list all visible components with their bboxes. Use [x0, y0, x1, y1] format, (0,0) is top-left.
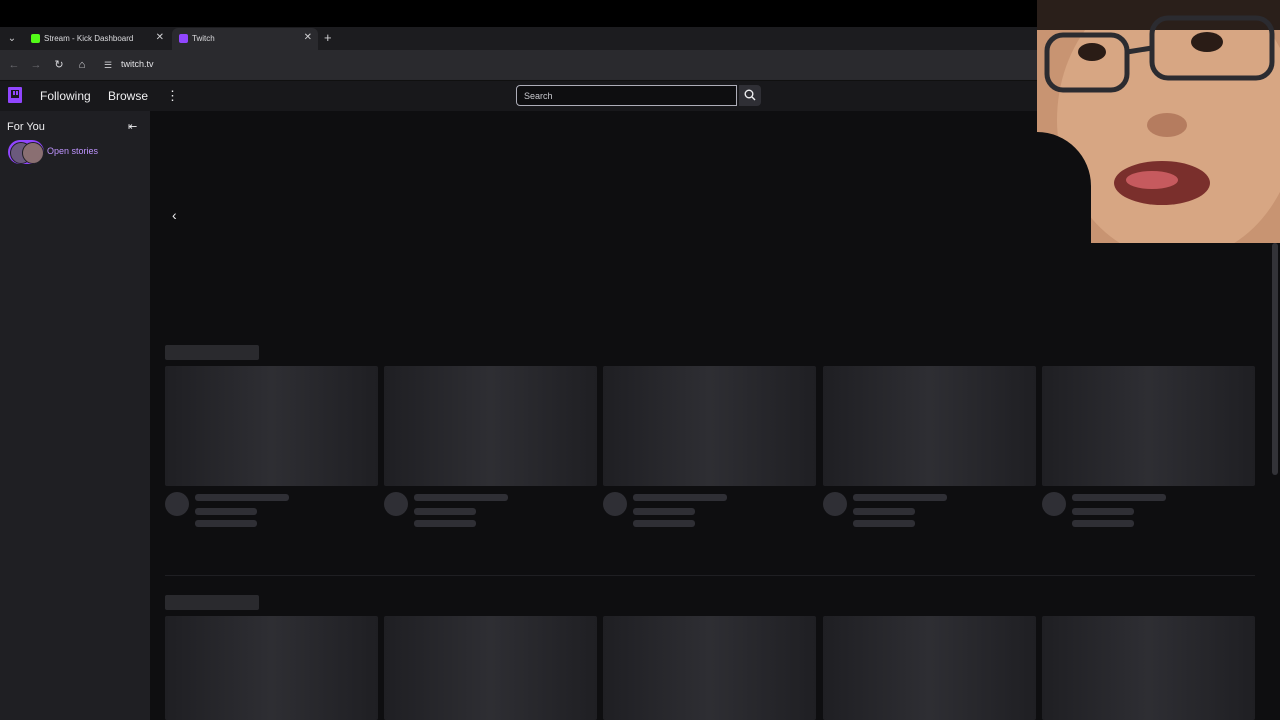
- shelf-heading-placeholder: [165, 595, 259, 610]
- tab-twitch[interactable]: Twitch ✕: [172, 28, 318, 50]
- search-input[interactable]: [517, 86, 736, 105]
- stream-card-placeholder: [603, 616, 816, 720]
- more-menu-icon[interactable]: ⋮: [166, 88, 179, 104]
- stream-card-placeholder: [165, 366, 378, 486]
- page-scrollbar[interactable]: [1272, 243, 1278, 475]
- text-placeholder: [414, 494, 508, 501]
- stream-card-placeholder: [1042, 366, 1255, 486]
- avatar-placeholder: [823, 492, 847, 516]
- close-tab-icon[interactable]: ✕: [156, 32, 164, 43]
- stream-card-placeholder: [384, 616, 597, 720]
- text-placeholder: [1072, 494, 1166, 501]
- nav-following-link[interactable]: Following: [40, 89, 91, 103]
- url-field[interactable]: twitch.tv: [121, 59, 154, 69]
- home-icon[interactable]: ⌂: [75, 58, 89, 72]
- twitch-logo-icon[interactable]: [8, 87, 22, 103]
- text-placeholder: [633, 520, 695, 527]
- stories-avatar-stack[interactable]: [8, 140, 44, 164]
- text-placeholder: [853, 494, 947, 501]
- new-tab-icon[interactable]: +: [324, 30, 332, 45]
- forward-icon[interactable]: →: [29, 58, 43, 72]
- text-placeholder: [414, 520, 476, 527]
- site-info-icon[interactable]: ☰: [101, 58, 115, 72]
- text-placeholder: [853, 520, 915, 527]
- side-nav: For You ⇤ Open stories: [0, 111, 150, 720]
- avatar: [22, 142, 44, 164]
- tab-kick-dashboard[interactable]: Stream - Kick Dashboard ✕: [24, 28, 170, 50]
- carousel-prev-chevron-icon[interactable]: ‹: [172, 207, 177, 223]
- text-placeholder: [633, 508, 695, 515]
- kick-icon: [31, 34, 40, 43]
- collapse-sidebar-icon[interactable]: ⇤: [128, 120, 137, 133]
- text-placeholder: [633, 494, 727, 501]
- back-icon[interactable]: ←: [7, 58, 21, 72]
- tab-title: Stream - Kick Dashboard: [44, 34, 134, 43]
- avatar-placeholder: [165, 492, 189, 516]
- twitch-icon: [179, 34, 188, 43]
- search-box: [516, 85, 737, 106]
- avatar-placeholder: [384, 492, 408, 516]
- text-placeholder: [1072, 508, 1134, 515]
- search-icon: [744, 89, 756, 101]
- avatar-placeholder: [1042, 492, 1066, 516]
- sidebar-section-title: For You: [7, 121, 45, 133]
- stream-card-placeholder: [1042, 616, 1255, 720]
- text-placeholder: [195, 494, 289, 501]
- stream-card-placeholder: [165, 616, 378, 720]
- close-tab-icon[interactable]: ✕: [304, 32, 312, 43]
- stream-card-placeholder: [823, 616, 1036, 720]
- stream-card-placeholder: [823, 366, 1036, 486]
- shelf-divider: [165, 575, 1255, 576]
- open-stories-link[interactable]: Open stories: [47, 146, 98, 156]
- stream-card-placeholder: [603, 366, 816, 486]
- tab-title: Twitch: [192, 34, 215, 43]
- nav-browse-link[interactable]: Browse: [108, 89, 148, 103]
- text-placeholder: [1072, 520, 1134, 527]
- text-placeholder: [195, 508, 257, 515]
- text-placeholder: [195, 520, 257, 527]
- text-placeholder: [414, 508, 476, 515]
- reload-icon[interactable]: ↻: [52, 58, 66, 72]
- avatar-placeholder: [603, 492, 627, 516]
- stream-card-placeholder: [384, 366, 597, 486]
- tab-search-chevron-icon[interactable]: ⌄: [6, 33, 18, 45]
- shelf-heading-placeholder: [165, 345, 259, 360]
- search-button[interactable]: [739, 85, 761, 106]
- webcam-overlay: [1037, 0, 1280, 243]
- text-placeholder: [853, 508, 915, 515]
